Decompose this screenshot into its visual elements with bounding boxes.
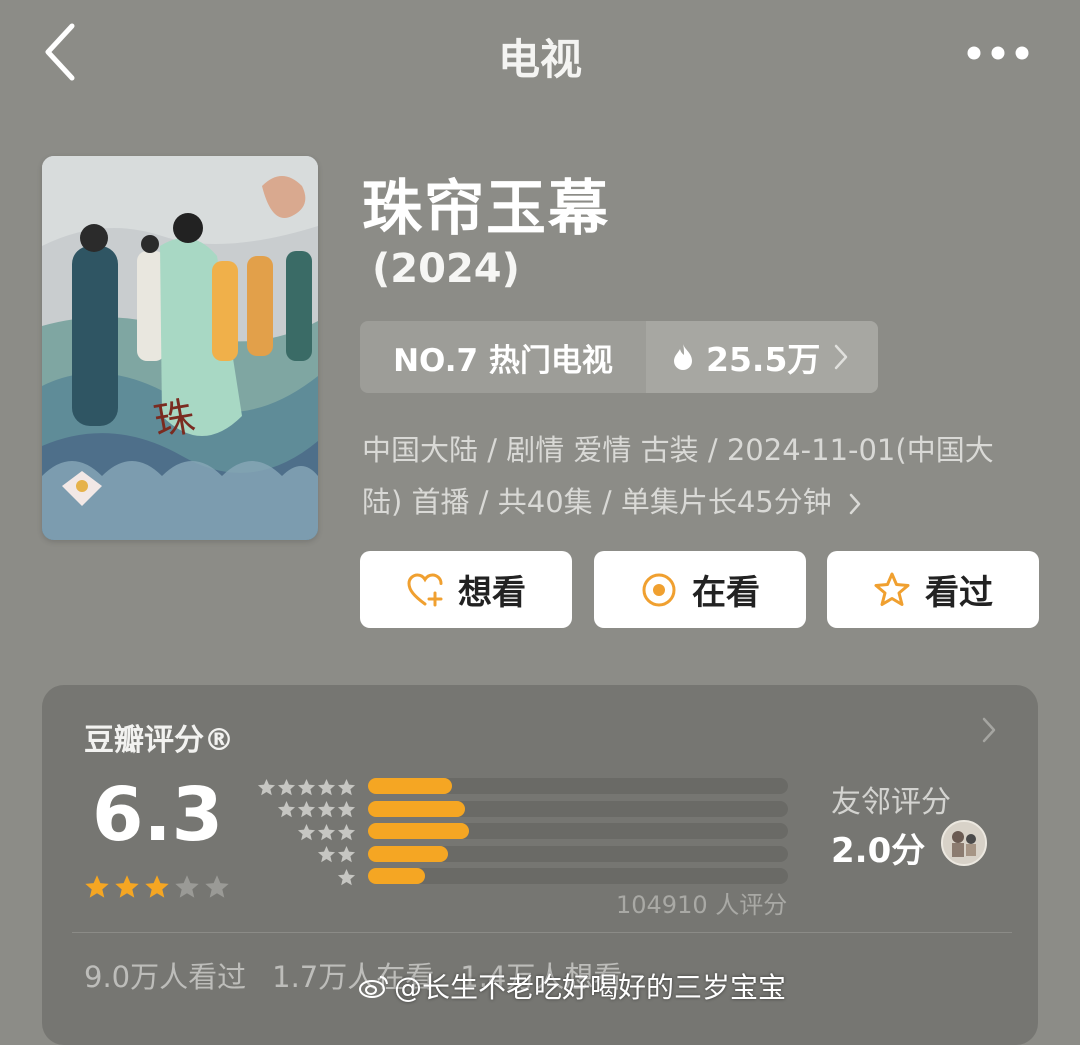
show-title: 珠帘玉幕	[362, 174, 610, 244]
rating-bar-4-star	[368, 800, 465, 817]
chevron-right-icon	[849, 493, 861, 515]
star-icon	[317, 778, 336, 796]
want-label: 想看	[458, 573, 526, 613]
star-icon	[257, 778, 276, 796]
rating-bar-track	[368, 800, 788, 817]
poster-art: 珠	[42, 156, 318, 540]
rating-bar-track	[368, 845, 788, 862]
star-icon	[337, 801, 356, 818]
chevron-right-icon[interactable]	[982, 717, 996, 743]
star-level-5	[250, 776, 356, 799]
rating-title: 豆瓣评分®	[84, 723, 234, 758]
star-level-3	[250, 821, 356, 844]
rating-bar-1-star	[368, 868, 425, 884]
show-year: (2024)	[372, 246, 520, 292]
star-level-2	[250, 844, 356, 867]
watching-button[interactable]: 在看	[594, 551, 806, 628]
star-icon	[317, 823, 336, 841]
heart-plus-icon	[407, 572, 443, 606]
star-filled-icon	[115, 875, 139, 898]
score-stars	[84, 874, 230, 900]
star-empty-icon	[205, 875, 229, 898]
rating-bar-5-star	[368, 778, 452, 794]
star-icon	[337, 823, 356, 841]
watched-button[interactable]: 看过	[827, 551, 1039, 628]
star-icon	[317, 846, 336, 863]
star-icon	[337, 868, 356, 886]
star-icon	[297, 823, 316, 841]
watched-label: 看过	[925, 573, 993, 613]
want-to-watch-button[interactable]: 想看	[360, 551, 572, 628]
star-icon	[277, 778, 296, 796]
show-meta-line[interactable]: 陆) 首播 / 共40集 / 单集片长45分钟	[362, 476, 1042, 528]
rating-count: 104910 人评分	[616, 891, 788, 919]
star-filled-icon	[145, 875, 169, 898]
page-title: 电视	[497, 35, 582, 84]
weibo-icon	[359, 976, 388, 998]
star-icon	[317, 801, 336, 818]
fire-icon	[674, 344, 692, 370]
chevron-right-icon	[835, 344, 848, 370]
ranking-badge[interactable]: NO.7 热门电视 25.5万	[360, 321, 878, 393]
star-icon	[337, 846, 356, 863]
friend-rating-score: 2.0分	[831, 831, 926, 871]
star-filled-icon	[85, 875, 109, 898]
rating-bar-3-star	[368, 823, 469, 839]
divider	[72, 932, 1012, 933]
star-icon	[297, 778, 316, 796]
avatar-image	[943, 822, 985, 864]
rank-label: NO.7 热门电视	[393, 342, 613, 379]
rating-bar-track	[368, 823, 788, 839]
heat-indicator[interactable]: 25.5万	[646, 321, 878, 393]
watched-count: 9.0万人看过	[84, 960, 247, 994]
rating-bar-2-star	[368, 845, 448, 862]
poster-image[interactable]: 珠	[42, 156, 318, 540]
rating-bar-track	[368, 778, 788, 794]
star-level-4	[250, 799, 356, 822]
avatar[interactable]	[941, 820, 987, 866]
watermark-text: @长生不老吃好喝好的三岁宝宝	[394, 971, 787, 1004]
star-icon	[874, 572, 910, 606]
rating-score: 6.3	[92, 772, 224, 858]
show-meta-line[interactable]: 中国大陆 / 剧情 爱情 古装 / 2024-11-01(中国大	[362, 424, 1042, 476]
rating-distribution	[368, 778, 788, 891]
watching-label: 在看	[692, 573, 760, 613]
target-icon	[642, 573, 676, 606]
rating-bar-track	[368, 868, 788, 884]
show-meta-text: 陆) 首播 / 共40集 / 单集片长45分钟	[362, 485, 832, 519]
star-level-1	[250, 866, 356, 889]
heat-value: 25.5万	[706, 340, 821, 379]
watermark: @长生不老吃好喝好的三岁宝宝	[358, 966, 786, 1006]
star-icon	[277, 801, 296, 818]
star-empty-icon	[175, 875, 199, 898]
more-icon[interactable]	[966, 44, 1030, 62]
star-level-labels	[250, 776, 356, 889]
star-icon	[337, 778, 356, 796]
star-icon	[297, 801, 316, 818]
friend-rating-label: 友邻评分	[831, 785, 951, 820]
svg-text:珠: 珠	[151, 394, 198, 446]
